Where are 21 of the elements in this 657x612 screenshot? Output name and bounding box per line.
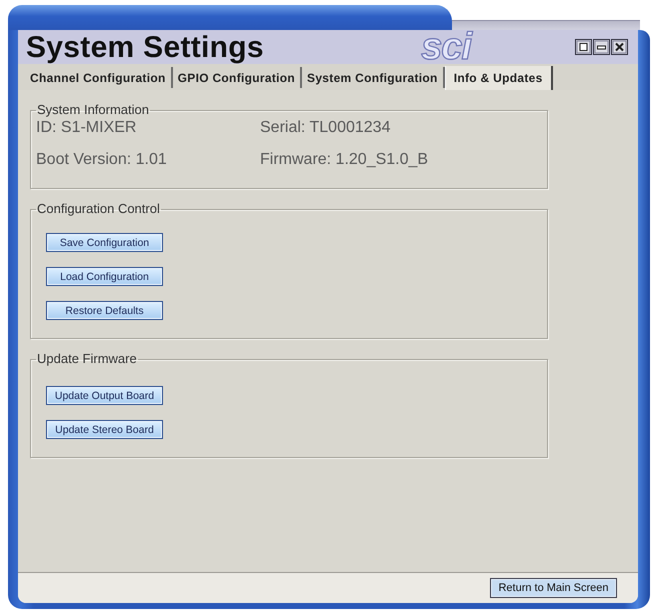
- close-icon[interactable]: [611, 39, 628, 55]
- action-button[interactable]: Restore Defaults: [46, 301, 163, 320]
- maximize-icon[interactable]: [575, 39, 592, 55]
- logo: sci: [421, 30, 471, 64]
- info-text: Serial: TL0001234: [260, 118, 392, 138]
- minimize-icon[interactable]: [593, 39, 610, 55]
- tab[interactable]: Channel Configuration: [25, 67, 173, 88]
- action-button[interactable]: Update Stereo Board: [46, 420, 163, 439]
- info-text: Firmware: 1.20_S1.0_B: [260, 150, 430, 170]
- group-title: Configuration Control: [36, 202, 161, 216]
- return-button[interactable]: Return to Main Screen: [490, 578, 617, 598]
- info-text: ID: S1-MIXER: [36, 118, 138, 138]
- tab[interactable]: Info & Updates: [444, 66, 553, 90]
- group-title: Update Firmware: [36, 352, 138, 366]
- action-button[interactable]: Load Configuration: [46, 267, 163, 286]
- window-title: System Settings: [26, 30, 264, 64]
- info-text: Boot Version: 1.01: [36, 150, 168, 170]
- group-title: System Information: [36, 103, 150, 117]
- action-button[interactable]: Update Output Board: [46, 386, 163, 405]
- tab[interactable]: GPIO Configuration: [172, 67, 302, 88]
- action-button[interactable]: Save Configuration: [46, 233, 163, 252]
